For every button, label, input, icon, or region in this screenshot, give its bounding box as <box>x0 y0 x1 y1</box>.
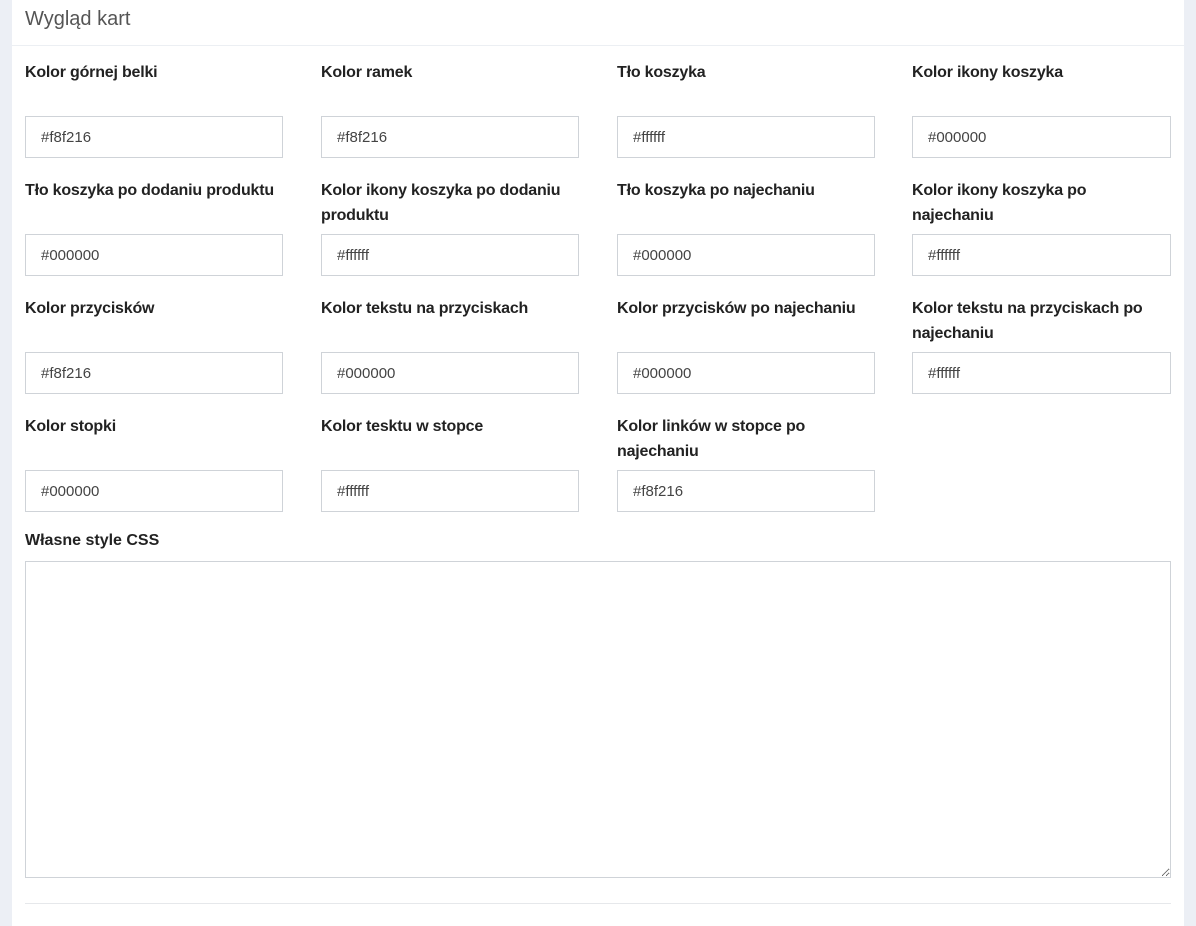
custom-css-textarea[interactable] <box>25 561 1171 878</box>
top-bar-color-input[interactable] <box>25 116 283 158</box>
field-label: Kolor ikony koszyka <box>912 64 1063 81</box>
field-label: Kolor przycisków <box>25 300 155 317</box>
field-label: Kolor linków w stopce po najechaniu <box>617 418 806 460</box>
cart-icon-color-hover-field: Kolor ikony koszyka po najechaniu <box>912 178 1171 276</box>
cart-background-added-input[interactable] <box>25 234 283 276</box>
cart-icon-color-field: Kolor ikony koszyka <box>912 60 1171 158</box>
button-text-color-input[interactable] <box>321 352 579 394</box>
button-color-input[interactable] <box>25 352 283 394</box>
cart-icon-color-added-input[interactable] <box>321 234 579 276</box>
button-text-color-hover-input[interactable] <box>912 352 1171 394</box>
field-label: Kolor ramek <box>321 64 413 81</box>
field-label: Kolor ikony koszyka po dodaniu produktu <box>321 182 561 224</box>
settings-row: Kolor stopki Kolor tesktu w stopce Kolor… <box>25 414 1171 532</box>
field-label: Kolor przycisków po najechaniu <box>617 300 856 317</box>
footer-text-color-field: Kolor tesktu w stopce <box>321 414 579 512</box>
panel-header: Wygląd kart <box>12 0 1184 46</box>
field-label: Kolor tekstu na przyciskach po najechani… <box>912 300 1143 342</box>
button-color-field: Kolor przycisków <box>25 296 283 394</box>
top-bar-color-field: Kolor górnej belki <box>25 60 283 158</box>
button-color-hover-input[interactable] <box>617 352 875 394</box>
cart-background-hover-input[interactable] <box>617 234 875 276</box>
button-text-color-field: Kolor tekstu na przyciskach <box>321 296 579 394</box>
border-color-field: Kolor ramek <box>321 60 579 158</box>
settings-row: Kolor górnej belki Kolor ramek Tło koszy… <box>25 60 1171 178</box>
custom-css-label: Własne style CSS <box>25 532 160 549</box>
color-settings-grid: Kolor górnej belki Kolor ramek Tło koszy… <box>25 60 1171 532</box>
field-label: Kolor tesktu w stopce <box>321 418 484 435</box>
footer-link-hover-color-field: Kolor linków w stopce po najechaniu <box>617 414 875 512</box>
cart-background-hover-field: Tło koszyka po najechaniu <box>617 178 875 276</box>
field-label: Kolor górnej belki <box>25 64 158 81</box>
footer-text-color-input[interactable] <box>321 470 579 512</box>
cart-icon-color-hover-input[interactable] <box>912 234 1171 276</box>
field-label: Tło koszyka <box>617 64 706 81</box>
panel-title: Wygląd kart <box>25 8 131 30</box>
field-label: Kolor stopki <box>25 418 116 435</box>
button-text-color-hover-field: Kolor tekstu na przyciskach po najechani… <box>912 296 1171 394</box>
divider <box>25 903 1171 904</box>
cart-background-field: Tło koszyka <box>617 60 875 158</box>
field-label: Kolor tekstu na przyciskach <box>321 300 529 317</box>
field-label: Tło koszyka po dodaniu produktu <box>25 182 274 199</box>
appearance-panel: Wygląd kart Kolor górnej belki Kolor ram… <box>12 0 1184 926</box>
field-label: Kolor ikony koszyka po najechaniu <box>912 182 1087 224</box>
settings-row: Tło koszyka po dodaniu produktu Kolor ik… <box>25 178 1171 296</box>
custom-css-field: Własne style CSS <box>25 530 1171 878</box>
button-color-hover-field: Kolor przycisków po najechaniu <box>617 296 875 394</box>
field-label: Tło koszyka po najechaniu <box>617 182 815 199</box>
footer-color-input[interactable] <box>25 470 283 512</box>
cart-icon-color-added-field: Kolor ikony koszyka po dodaniu produktu <box>321 178 579 276</box>
footer-color-field: Kolor stopki <box>25 414 283 512</box>
footer-link-hover-color-input[interactable] <box>617 470 875 512</box>
settings-row: Kolor przycisków Kolor tekstu na przycis… <box>25 296 1171 414</box>
border-color-input[interactable] <box>321 116 579 158</box>
cart-background-input[interactable] <box>617 116 875 158</box>
cart-icon-color-input[interactable] <box>912 116 1171 158</box>
cart-background-added-field: Tło koszyka po dodaniu produktu <box>25 178 283 276</box>
